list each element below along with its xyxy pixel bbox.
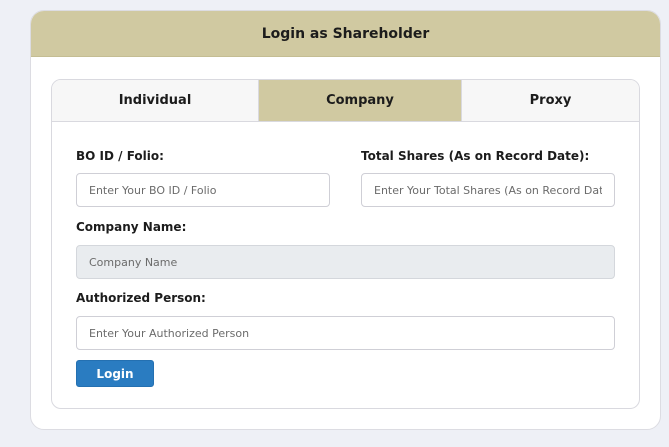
bo-id-input[interactable] <box>76 173 330 207</box>
tab-individual[interactable]: Individual <box>52 80 259 121</box>
tab-bar: Individual Company Proxy <box>52 80 639 122</box>
bo-id-label: BO ID / Folio: <box>76 149 164 163</box>
login-card: Login as Shareholder Individual Company … <box>30 10 661 430</box>
card-title: Login as Shareholder <box>261 25 430 42</box>
card-header: Login as Shareholder <box>31 11 660 57</box>
tab-proxy-label: Proxy <box>529 93 572 108</box>
tab-company-label: Company <box>326 93 394 108</box>
tab-individual-label: Individual <box>118 93 192 108</box>
login-panel: Individual Company Proxy BO ID / Folio: … <box>51 79 640 409</box>
login-button[interactable]: Login <box>76 360 154 387</box>
tab-proxy[interactable]: Proxy <box>462 80 639 121</box>
company-name-input <box>76 245 615 279</box>
company-name-label: Company Name: <box>76 220 187 234</box>
authorized-person-label: Authorized Person: <box>76 291 206 305</box>
tab-company[interactable]: Company <box>259 80 462 121</box>
authorized-person-input[interactable] <box>76 316 615 350</box>
total-shares-label: Total Shares (As on Record Date): <box>361 149 590 163</box>
total-shares-input[interactable] <box>361 173 615 207</box>
